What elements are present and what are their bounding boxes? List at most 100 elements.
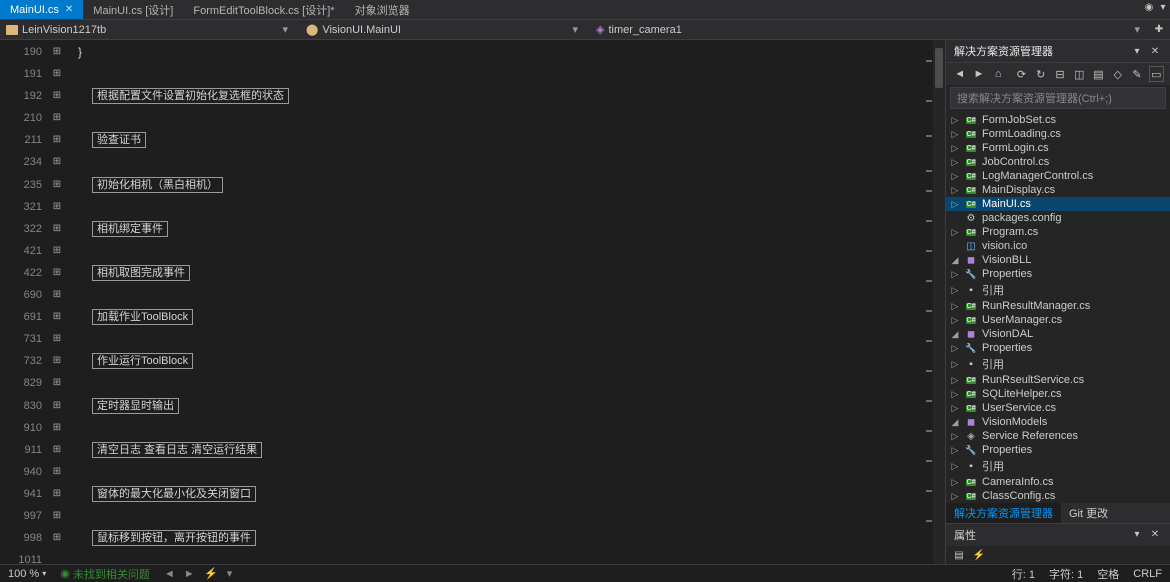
fold-toggle[interactable]: ⊞ (50, 461, 64, 483)
tab-formedittoolblock[interactable]: FormEditToolBlock.cs [设计]* (183, 0, 344, 19)
fold-toggle[interactable]: ⊞ (50, 417, 64, 439)
tree-item[interactable]: ▷Properties (946, 341, 1170, 355)
chevron-icon[interactable]: ▷ (950, 477, 960, 488)
fold-toggle[interactable]: ⊞ (50, 505, 64, 527)
chevron-icon[interactable]: ◢ (950, 329, 960, 340)
fold-toggle[interactable]: ⊞ (50, 328, 64, 350)
solution-search[interactable]: 搜索解决方案资源管理器(Ctrl+;) (950, 87, 1166, 109)
properties-panel[interactable]: 属性 ▾ ✕ (946, 523, 1170, 546)
region-label[interactable]: 根据配置文件设置初始化复选框的状态 (92, 88, 289, 104)
tree-item[interactable]: ▷MainDisplay.cs (946, 183, 1170, 197)
region-label[interactable]: 加载作业ToolBlock (92, 309, 193, 325)
region-label[interactable]: 窗体的最大化最小化及关闭窗口 (92, 486, 256, 502)
chevron-icon[interactable]: ▷ (950, 375, 960, 386)
fold-toggle[interactable]: ⊞ (50, 129, 64, 151)
region-label[interactable]: 清空日志 查看日志 清空运行结果 (92, 442, 262, 458)
chevron-icon[interactable]: ▷ (950, 491, 960, 502)
vertical-scrollbar[interactable] (933, 40, 945, 564)
refresh-icon[interactable]: ↻ (1033, 66, 1048, 82)
close-icon[interactable]: ✕ (65, 4, 73, 15)
fold-toggle[interactable]: ⊞ (50, 107, 64, 129)
showall-icon[interactable]: ▤ (1091, 66, 1106, 82)
solution-tree[interactable]: ▷FormJobSet.cs▷FormLoading.cs▷FormLogin.… (946, 111, 1170, 503)
fold-toggle[interactable]: ⊞ (50, 240, 64, 262)
dropdown-icon[interactable]: ▾ (1130, 44, 1144, 58)
tree-item[interactable]: ▷LogManagerControl.cs (946, 169, 1170, 183)
chevron-icon[interactable]: ◢ (950, 255, 960, 266)
alpha-icon[interactable]: ⚡ (972, 548, 986, 562)
insert-mode[interactable]: 空格 (1097, 566, 1119, 582)
split-icon[interactable]: ✚ (1152, 23, 1166, 37)
tree-item[interactable]: ▷ClassConfig.cs (946, 489, 1170, 503)
tree-item[interactable]: ▷FormJobSet.cs (946, 113, 1170, 127)
sync-icon[interactable]: ⟳ (1014, 66, 1029, 82)
region-label[interactable]: 相机绑定事件 (92, 221, 168, 237)
line-indicator[interactable]: 行: 1 (1012, 566, 1035, 582)
fold-toggle[interactable]: ⊞ (50, 151, 64, 173)
crumb-project[interactable]: LeinVision1217tb (22, 24, 106, 36)
tree-item[interactable]: ▷Properties (946, 267, 1170, 281)
tree-item[interactable]: ▷UserService.cs (946, 401, 1170, 415)
fold-toggle[interactable]: ⊞ (50, 218, 64, 240)
region-label[interactable]: 定时器显时输出 (92, 398, 179, 414)
chevron-icon[interactable]: ▷ (950, 171, 960, 182)
chevron-icon[interactable]: ▷ (950, 143, 960, 154)
menu-icon[interactable]: ▾ (1156, 0, 1170, 14)
region-label[interactable]: 验查证书 (92, 132, 146, 148)
zoom-level[interactable]: 100 %▾ (8, 568, 46, 580)
dropdown-icon[interactable]: ▾ (1130, 527, 1144, 541)
crumb-class[interactable]: VisionUI.MainUI (322, 24, 401, 36)
chevron-icon[interactable]: ▷ (950, 199, 960, 210)
fold-toggle[interactable]: ⊞ (50, 196, 64, 218)
chevron-icon[interactable]: ▷ (950, 301, 960, 312)
chevron-icon[interactable]: ▷ (950, 445, 960, 456)
chevron-icon[interactable]: ▷ (950, 115, 960, 126)
tab-solution[interactable]: 解决方案资源管理器 (946, 503, 1061, 523)
home-icon[interactable]: ⌂ (991, 66, 1006, 82)
tree-item[interactable]: ▷JobControl.cs (946, 155, 1170, 169)
fold-toggle[interactable]: ⊞ (50, 350, 64, 372)
code-icon[interactable]: ◇ (1110, 66, 1125, 82)
fold-toggle[interactable]: ⊞ (50, 63, 64, 85)
chevron-down-icon[interactable]: ▾ (1134, 23, 1140, 36)
tree-item[interactable]: ▷引用 (946, 281, 1170, 299)
issues-status[interactable]: ◉未找到相关问题 (60, 566, 150, 582)
props-icon[interactable]: ✎ (1129, 66, 1144, 82)
tree-item[interactable]: ◢VisionModels (946, 415, 1170, 429)
fold-toggle[interactable]: ⊞ (50, 372, 64, 394)
char-indicator[interactable]: 字符: 1 (1049, 566, 1083, 582)
tree-item[interactable]: ▷CameraInfo.cs (946, 475, 1170, 489)
tree-item[interactable]: vision.ico (946, 239, 1170, 253)
chevron-icon[interactable]: ▷ (950, 403, 960, 414)
region-label[interactable]: 鼠标移到按钮，离开按钮的事件 (92, 530, 256, 546)
fold-toggle[interactable]: ⊞ (50, 527, 64, 549)
view-icon[interactable]: ◫ (1072, 66, 1087, 82)
region-label[interactable]: 相机取图完成事件 (92, 265, 190, 281)
chevron-icon[interactable]: ◢ (950, 417, 960, 428)
tree-item[interactable]: ▷RunResultManager.cs (946, 299, 1170, 313)
close-icon[interactable]: ✕ (1148, 527, 1162, 541)
region-label[interactable]: 作业运行ToolBlock (92, 353, 193, 369)
fold-toggle[interactable]: ⊞ (50, 174, 64, 196)
preview-icon[interactable]: ◉ (1142, 0, 1156, 14)
fold-toggle[interactable]: ⊞ (50, 85, 64, 107)
chevron-down-icon[interactable]: ▾ (572, 23, 578, 36)
tree-item[interactable]: ▷FormLoading.cs (946, 127, 1170, 141)
tree-item[interactable]: ▷Program.cs (946, 225, 1170, 239)
chevron-icon[interactable]: ▷ (950, 157, 960, 168)
region-label[interactable]: 初始化相机（黑白相机） (92, 177, 223, 193)
fold-toggle[interactable]: ⊞ (50, 483, 64, 505)
chevron-icon[interactable]: ▷ (950, 343, 960, 354)
tree-item[interactable]: ◢VisionBLL (946, 253, 1170, 267)
crumb-member[interactable]: timer_camera1 (608, 24, 681, 36)
chevron-icon[interactable]: ▷ (950, 315, 960, 326)
collapse-icon[interactable]: ⊟ (1052, 66, 1067, 82)
tree-item[interactable]: ◢VisionDAL (946, 327, 1170, 341)
chevron-icon[interactable]: ▷ (950, 389, 960, 400)
tree-item[interactable]: ▷引用 (946, 355, 1170, 373)
code-editor[interactable]: 1901911922102112342353213224214226906917… (0, 40, 945, 564)
encoding[interactable]: CRLF (1133, 568, 1162, 580)
fold-toggle[interactable]: ⊞ (50, 284, 64, 306)
tab-object-browser[interactable]: 对象浏览器 (345, 0, 420, 19)
fold-toggle[interactable]: ⊞ (50, 41, 64, 63)
